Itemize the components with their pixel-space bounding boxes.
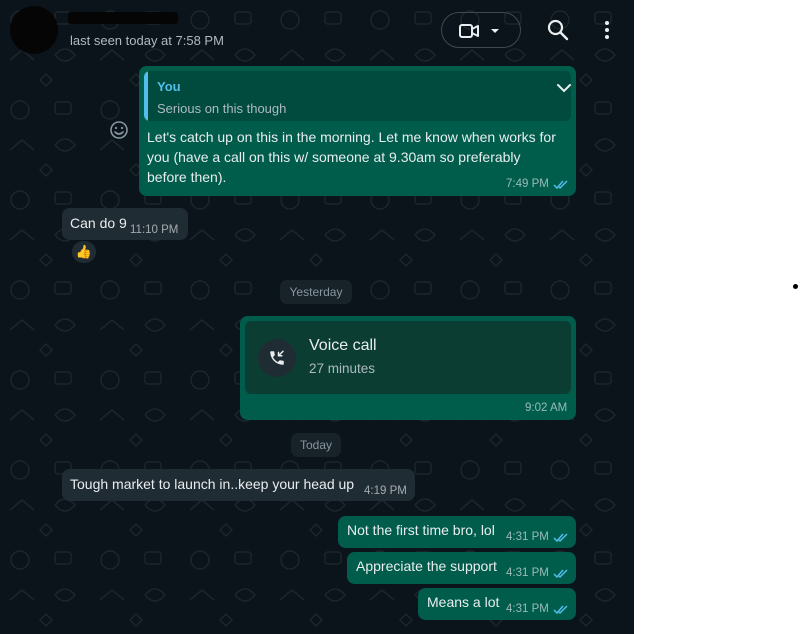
double-check-icon bbox=[553, 605, 568, 615]
message-text: Can do 9 bbox=[70, 215, 127, 231]
message-time: 7:49 PM bbox=[506, 178, 549, 190]
message-time: 4:31 PM bbox=[506, 603, 549, 615]
quoted-message[interactable]: You Serious on this though bbox=[144, 71, 571, 121]
quote-accent-bar bbox=[144, 71, 148, 121]
outgoing-message[interactable]: Means a lot 4:31 PM bbox=[418, 588, 576, 620]
search-icon[interactable] bbox=[547, 19, 569, 41]
date-separator: Yesterday bbox=[280, 280, 352, 304]
outgoing-message[interactable]: Appreciate the support 4:31 PM bbox=[347, 552, 576, 584]
chat-header: last seen today at 7:58 PM bbox=[0, 0, 634, 62]
incoming-message[interactable]: Tough market to launch in..keep your hea… bbox=[62, 469, 415, 501]
date-separator: Today bbox=[291, 433, 341, 457]
call-duration: 27 minutes bbox=[309, 361, 376, 376]
message-reaction[interactable]: 👍 bbox=[72, 241, 96, 263]
message-line: before then). bbox=[147, 169, 227, 185]
outgoing-message[interactable]: Not the first time bro, lol 4:31 PM bbox=[338, 516, 576, 548]
incoming-message[interactable]: Can do 9 11:10 PM bbox=[62, 208, 188, 240]
quote-text: Serious on this though bbox=[157, 101, 287, 116]
message-time: 11:10 PM bbox=[130, 224, 179, 236]
voice-call-message[interactable]: Voice call 27 minutes 9:02 AM bbox=[240, 316, 576, 420]
more-vertical-icon[interactable] bbox=[598, 19, 616, 41]
contact-avatar[interactable] bbox=[10, 6, 58, 54]
message-line: Let's catch up on this in the morning. L… bbox=[147, 129, 556, 145]
outgoing-message[interactable]: You Serious on this though Let's catch u… bbox=[139, 66, 576, 196]
message-time: 4:19 PM bbox=[364, 485, 407, 497]
message-time: 9:02 AM bbox=[525, 402, 568, 414]
last-seen-status: last seen today at 7:58 PM bbox=[70, 33, 224, 48]
stray-dot bbox=[793, 284, 798, 289]
call-title: Voice call bbox=[309, 337, 377, 354]
voice-call-card[interactable]: Voice call 27 minutes bbox=[245, 321, 571, 394]
message-line: you (have a call on this w/ someone at 9… bbox=[147, 149, 521, 165]
message-time: 4:31 PM bbox=[506, 531, 549, 543]
chat-panel: last seen today at 7:58 PM You Serious o… bbox=[0, 0, 634, 634]
contact-name-redacted[interactable] bbox=[68, 12, 178, 24]
message-text: Means a lot bbox=[427, 594, 500, 610]
quote-author: You bbox=[157, 79, 181, 94]
double-check-icon bbox=[553, 533, 568, 543]
message-text: Tough market to launch in..keep your hea… bbox=[70, 476, 355, 492]
chevron-down-icon[interactable] bbox=[557, 84, 571, 93]
message-text: Not the first time bro, lol bbox=[347, 522, 495, 538]
message-text: Appreciate the support bbox=[356, 558, 497, 574]
double-check-icon bbox=[553, 180, 568, 190]
call-icon-circle bbox=[258, 339, 296, 377]
chevron-down-icon bbox=[491, 29, 499, 33]
video-camera-icon bbox=[459, 24, 479, 38]
video-call-button[interactable] bbox=[441, 12, 521, 48]
emoji-icon[interactable] bbox=[109, 120, 129, 140]
incoming-call-icon bbox=[270, 350, 284, 365]
message-time: 4:31 PM bbox=[506, 567, 549, 579]
double-check-icon bbox=[553, 569, 568, 579]
